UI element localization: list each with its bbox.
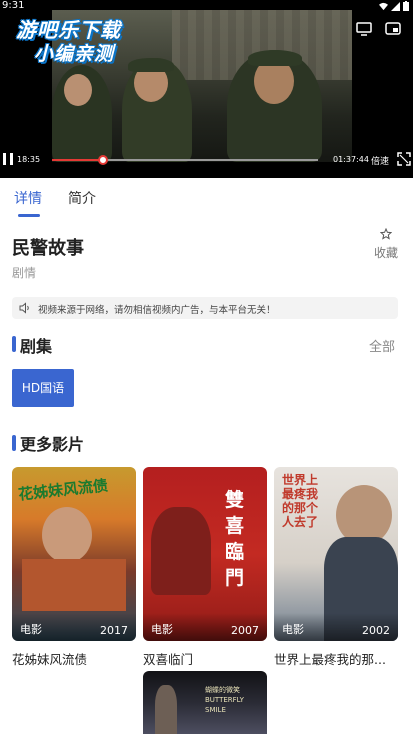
- movie-card[interactable]: 雙喜臨門 电影 2007 双喜临门: [143, 467, 267, 668]
- section-marker: [12, 336, 16, 352]
- episodes-title: 剧集: [20, 337, 53, 356]
- all-episodes-link[interactable]: 全部: [369, 336, 395, 355]
- poster-text: 蝴蝶的微笑 BUTTERFLY SMILE: [205, 686, 244, 714]
- poster-text: 花姊妹风流债: [17, 476, 109, 504]
- star-icon: [380, 228, 392, 240]
- poster-text: 雙喜臨門: [225, 489, 245, 589]
- movie-poster: 蝴蝶的微笑 BUTTERFLY SMILE: [143, 671, 267, 734]
- player-controls: 18:35 01:37:44 倍速: [0, 148, 413, 174]
- movie-name: 双喜临门: [143, 652, 194, 667]
- favorite-button[interactable]: 收藏: [368, 228, 404, 261]
- watermark-logo: 游吧乐下载 小编亲测: [6, 12, 146, 65]
- progress-thumb[interactable]: [97, 155, 108, 165]
- pause-icon[interactable]: [2, 152, 14, 166]
- tab-details[interactable]: 详情: [14, 188, 42, 208]
- movie-name: 花姊妹风流债: [12, 652, 88, 667]
- movie-poster: 世界上最疼我的那个人去了 电影 2002: [274, 467, 398, 641]
- movie-genre: 剧情: [12, 266, 37, 280]
- cast-screen-icon[interactable]: [356, 22, 372, 36]
- movie-poster: 雙喜臨門 电影 2007: [143, 467, 267, 641]
- movie-poster: 花姊妹风流债 电影 2017: [12, 467, 136, 641]
- section-marker: [12, 435, 16, 451]
- movie-year: 2017: [100, 624, 128, 637]
- movie-title: 民警故事: [12, 238, 84, 259]
- movie-year: 2007: [231, 624, 259, 637]
- watermark-line2: 小编亲测: [34, 43, 115, 65]
- movie-card[interactable]: 世界上最疼我的那个人去了 电影 2002 世界上最疼我的那...: [274, 467, 398, 668]
- fullscreen-icon[interactable]: [397, 152, 411, 166]
- movie-category: 电影: [151, 623, 173, 636]
- active-tab-indicator: [18, 214, 40, 217]
- tab-bar: 详情 简介: [0, 178, 413, 222]
- more-movies-title: 更多影片: [20, 435, 85, 454]
- movie-card[interactable]: 蝴蝶的微笑 BUTTERFLY SMILE: [143, 671, 267, 734]
- episode-button[interactable]: HD国语: [12, 369, 74, 407]
- notice-text: 视频来源于网络，请勿相信视频内广告，与本平台无关！: [38, 305, 276, 316]
- movie-name: 世界上最疼我的那...: [274, 652, 386, 667]
- notice-banner: 视频来源于网络，请勿相信视频内广告，与本平台无关！: [12, 297, 398, 319]
- picture-in-picture-icon[interactable]: [385, 22, 401, 36]
- progress-bar[interactable]: [52, 155, 318, 165]
- status-bar: 9:31: [0, 0, 413, 12]
- wifi-icon: [379, 2, 388, 10]
- speaker-icon: [19, 302, 29, 314]
- progress-fill: [52, 159, 103, 161]
- total-time: 01:37:44: [333, 155, 369, 164]
- status-icons: [379, 1, 409, 11]
- poster-text: 世界上最疼我的那个人去了: [282, 473, 319, 529]
- favorite-label: 收藏: [373, 246, 398, 260]
- movie-category: 电影: [20, 623, 42, 636]
- speed-button[interactable]: 倍速: [371, 154, 389, 167]
- signal-icon: [391, 1, 400, 11]
- video-player[interactable]: 9:31 游吧乐下载 小编亲测 18:35 01:37:44 倍速: [0, 0, 413, 178]
- page: 9:31 游吧乐下载 小编亲测 18:35 01:37:44 倍速 详情 简介 …: [0, 0, 413, 734]
- movie-year: 2002: [362, 624, 390, 637]
- current-time: 18:35: [17, 155, 41, 164]
- movie-card[interactable]: 花姊妹风流债 电影 2017 花姊妹风流债: [12, 467, 136, 668]
- status-time: 9:31: [2, 0, 25, 11]
- tab-synopsis[interactable]: 简介: [68, 188, 96, 208]
- battery-icon: [403, 1, 409, 11]
- movie-category: 电影: [282, 623, 304, 636]
